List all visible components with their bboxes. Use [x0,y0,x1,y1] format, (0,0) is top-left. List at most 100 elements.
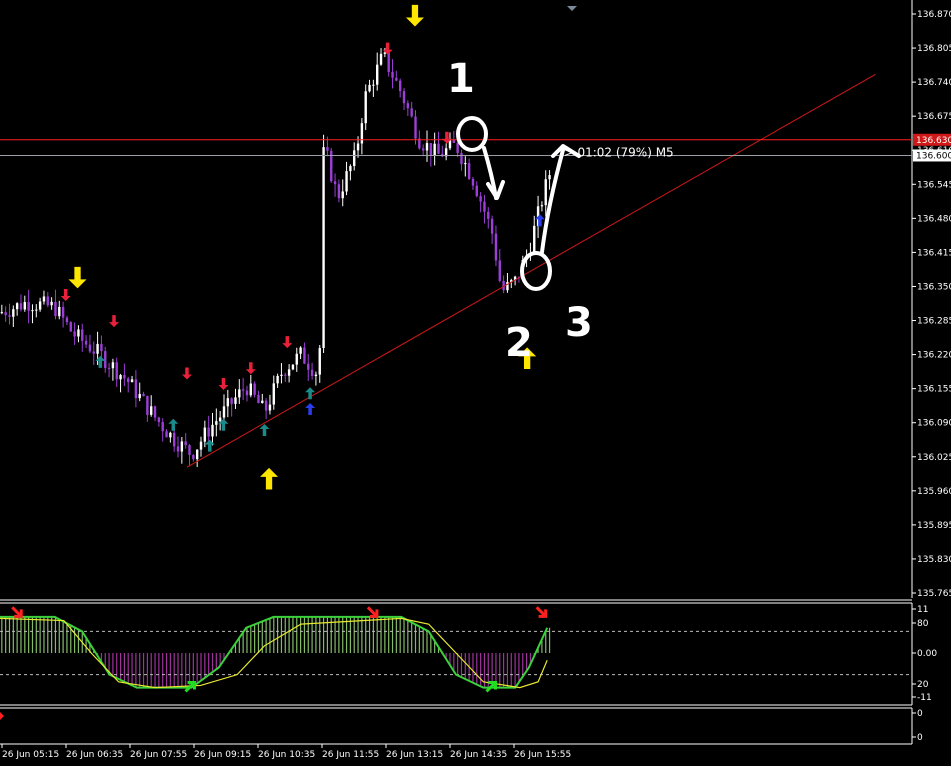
current-price-label: 136.600 [916,151,951,161]
candle-bear [333,181,337,185]
candle-bear [471,178,475,186]
candle-bull [379,53,383,65]
candle-bull [119,375,122,380]
candle-bull [318,348,321,375]
candle-bear [307,363,310,370]
candle-bull [272,383,275,405]
candle-bear [460,152,463,165]
candle-bear [387,52,390,72]
candle-bear [134,379,138,399]
candle-bull [42,296,46,302]
candle-bear [487,211,490,219]
time-tick-label: 26 Jun 13:15 [386,750,443,760]
price-tick-label: 135.895 [917,521,951,531]
candle-bear [184,441,187,446]
candle-bear [479,196,482,202]
price-tick-label: 136.350 [917,282,951,292]
candle-bull [38,301,42,310]
stoch-axis-ticks: 11 80 0.00 20 -11 [912,605,937,703]
price-tick-label: 136.545 [917,180,951,190]
candle-bull [96,343,99,354]
stoch-down-arrow-icon [535,606,548,618]
candle-bull [353,150,356,167]
candle-bull [295,353,298,365]
candle-bull [544,179,547,206]
candle-bear [81,329,84,341]
candle-bear [73,331,76,337]
candle-bull [0,312,4,314]
candle-bear [421,148,425,151]
candle-bear [391,71,394,78]
candle-bull [356,143,360,151]
candle-bull [222,406,226,418]
candle-bear [127,378,130,383]
candle-bear [437,143,440,154]
candle-bull [433,143,436,156]
candle-bear [176,446,180,452]
candle-bull [138,393,141,399]
candle-bear [192,454,195,460]
candle-bear [284,374,287,376]
candle-bull [195,449,199,460]
time-tick-label: 26 Jun 15:55 [514,750,571,760]
candle-bear [490,218,494,234]
candle-bull [199,441,203,450]
stoch-tick-label: 20 [917,680,929,690]
red-marker-icon [0,712,4,720]
candle-bull [226,398,230,407]
candle-bear [498,260,501,281]
candle-bear [161,422,164,432]
candle-bull [12,309,15,317]
candle-bull [268,404,272,411]
candle-bear [165,431,168,438]
candle-bear [398,80,402,92]
candle-bear [27,302,30,311]
candle-bear [46,296,49,306]
chart-canvas[interactable]: 136.870136.805136.740136.675136.610136.5… [0,0,951,766]
candle-bull [464,163,467,165]
candle-bear [146,395,149,415]
candle-bear [88,344,92,352]
time-axis-ticks: 26 Jun 05:15 26 Jun 06:35 26 Jun 07:55 26 J… [1,744,571,760]
candle-bear [92,351,95,354]
time-tick-label: 26 Jun 10:35 [258,750,315,760]
candle-bull [314,374,318,377]
stoch-tick-label: 80 [917,619,929,629]
price-tick-label: 136.415 [917,248,951,258]
candle-bull [322,147,325,349]
candle-bear [467,163,471,179]
bid-price-label: 136.630 [916,136,951,146]
candle-bear [207,427,210,437]
time-tick-label: 26 Jun 09:15 [194,750,251,760]
stoch-down-arrow-icon [11,606,23,618]
candle-bull [280,374,283,376]
bottom-tick-label: 0 [917,709,923,719]
candle-bull [15,303,19,310]
stoch-tick-label: -11 [917,693,932,703]
candle-bear [4,312,7,316]
price-tick-label: 136.480 [917,214,951,224]
candle-bull [287,369,291,376]
candle-bear [410,108,413,117]
candle-bear [84,340,88,345]
price-tick-label: 136.805 [917,44,951,54]
candle-bull [211,424,214,437]
annotation-label: 3 [565,300,593,346]
candle-bear [107,368,111,370]
candle-bull [261,400,264,404]
price-tick-label: 136.025 [917,453,951,463]
candle-bear [115,362,118,380]
candle-bear [104,351,107,369]
candle-bull [341,191,344,199]
price-tick-label: 136.155 [917,385,951,395]
candle-bull [234,397,237,404]
candle-bull [540,205,544,207]
candle-bear [8,315,11,317]
candle-bear [65,317,69,323]
price-tick-label: 136.740 [917,78,951,88]
candle-bear [188,445,191,455]
candle-bear [326,147,329,151]
time-tick-label: 26 Jun 14:35 [450,750,507,760]
price-axis-ticks: 136.870136.805136.740136.675136.610136.5… [912,10,951,599]
candle-bull [180,441,184,452]
